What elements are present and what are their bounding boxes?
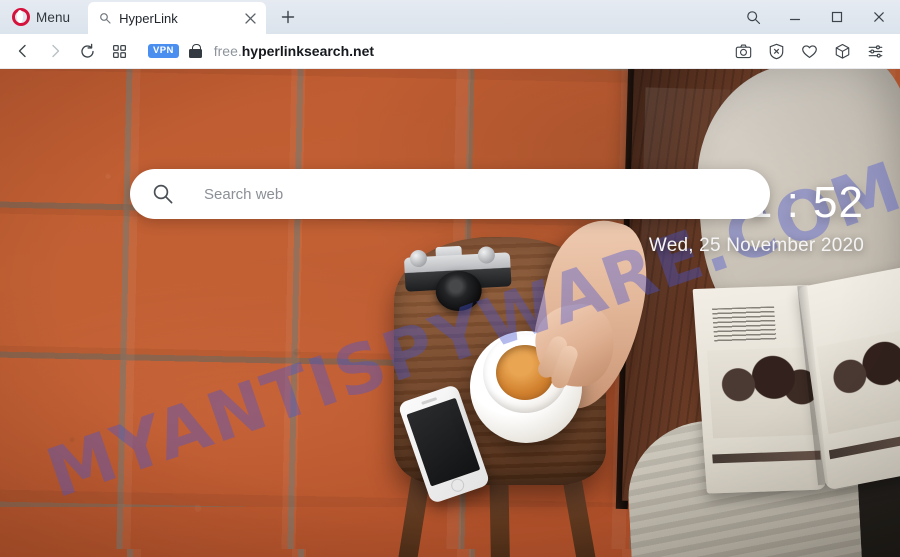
phone-speaker: [421, 396, 438, 405]
url-domain: hyperlinksearch.net: [241, 43, 375, 59]
magazine-photo: [706, 346, 818, 439]
reload-icon: [80, 43, 94, 58]
forward-arrow-icon: [52, 44, 60, 58]
ad-blocker-icon[interactable]: [761, 37, 791, 65]
maximize-icon: [831, 11, 843, 23]
new-tab-button[interactable]: [274, 3, 302, 31]
background-photo: [0, 69, 900, 557]
padlock-icon[interactable]: [188, 43, 202, 59]
tab-title: HyperLink: [119, 10, 178, 26]
web-search-box[interactable]: [130, 169, 770, 219]
navigation-toolbar: VPN free.hyperlinksearch.net: [0, 34, 900, 69]
minimize-icon: [789, 18, 801, 21]
camera-lens: [434, 269, 483, 313]
reload-button[interactable]: [72, 37, 102, 65]
tab-overview-button[interactable]: [104, 37, 134, 65]
vpn-badge[interactable]: VPN: [148, 44, 179, 58]
toolbar-actions: [725, 37, 890, 65]
minimize-button[interactable]: [774, 0, 816, 34]
vintage-camera: [403, 242, 512, 313]
snapshot-icon[interactable]: [728, 37, 758, 65]
window-controls: [732, 0, 900, 34]
tab-bar: Menu HyperLink: [0, 0, 900, 34]
opera-menu-button[interactable]: Menu: [6, 2, 80, 32]
close-icon: [874, 12, 884, 22]
maximize-button[interactable]: [816, 0, 858, 34]
magazine-stripe-right: [828, 429, 900, 460]
search-icon: [152, 183, 174, 205]
url-text: free.hyperlinksearch.net: [214, 43, 374, 59]
magazine-text-lines: [712, 306, 777, 343]
search-icon: [98, 11, 112, 25]
easy-setup-icon[interactable]: [860, 37, 890, 65]
magazine-stripe: [712, 450, 821, 464]
search-icon: [746, 10, 760, 24]
opera-logo-icon: [12, 8, 30, 26]
page-viewport: MYANTISPYWARE.COM 1 : 52 Wed, 25 Novembe…: [0, 69, 900, 557]
opera-browser-window: Menu HyperLink VPN free.hyperlinksearch.…: [0, 0, 900, 557]
address-bar[interactable]: VPN free.hyperlinksearch.net: [148, 37, 725, 65]
menu-label: Menu: [36, 9, 71, 25]
plus-icon: [281, 10, 295, 24]
window-search-button[interactable]: [732, 0, 774, 34]
tab-hyperlink[interactable]: HyperLink: [88, 2, 267, 34]
heart-icon[interactable]: [794, 37, 824, 65]
magazine-photo-right: [816, 327, 900, 435]
close-icon[interactable]: [240, 8, 260, 28]
phone-home-button: [449, 477, 466, 494]
url-prefix: free.: [213, 43, 242, 59]
extensions-cube-icon[interactable]: [827, 37, 857, 65]
back-arrow-icon: [18, 44, 26, 58]
open-magazine: [689, 264, 900, 508]
search-input[interactable]: [204, 169, 770, 219]
back-button[interactable]: [8, 37, 38, 65]
close-window-button[interactable]: [858, 0, 900, 34]
forward-button[interactable]: [40, 37, 70, 65]
grid-icon: [112, 44, 126, 58]
